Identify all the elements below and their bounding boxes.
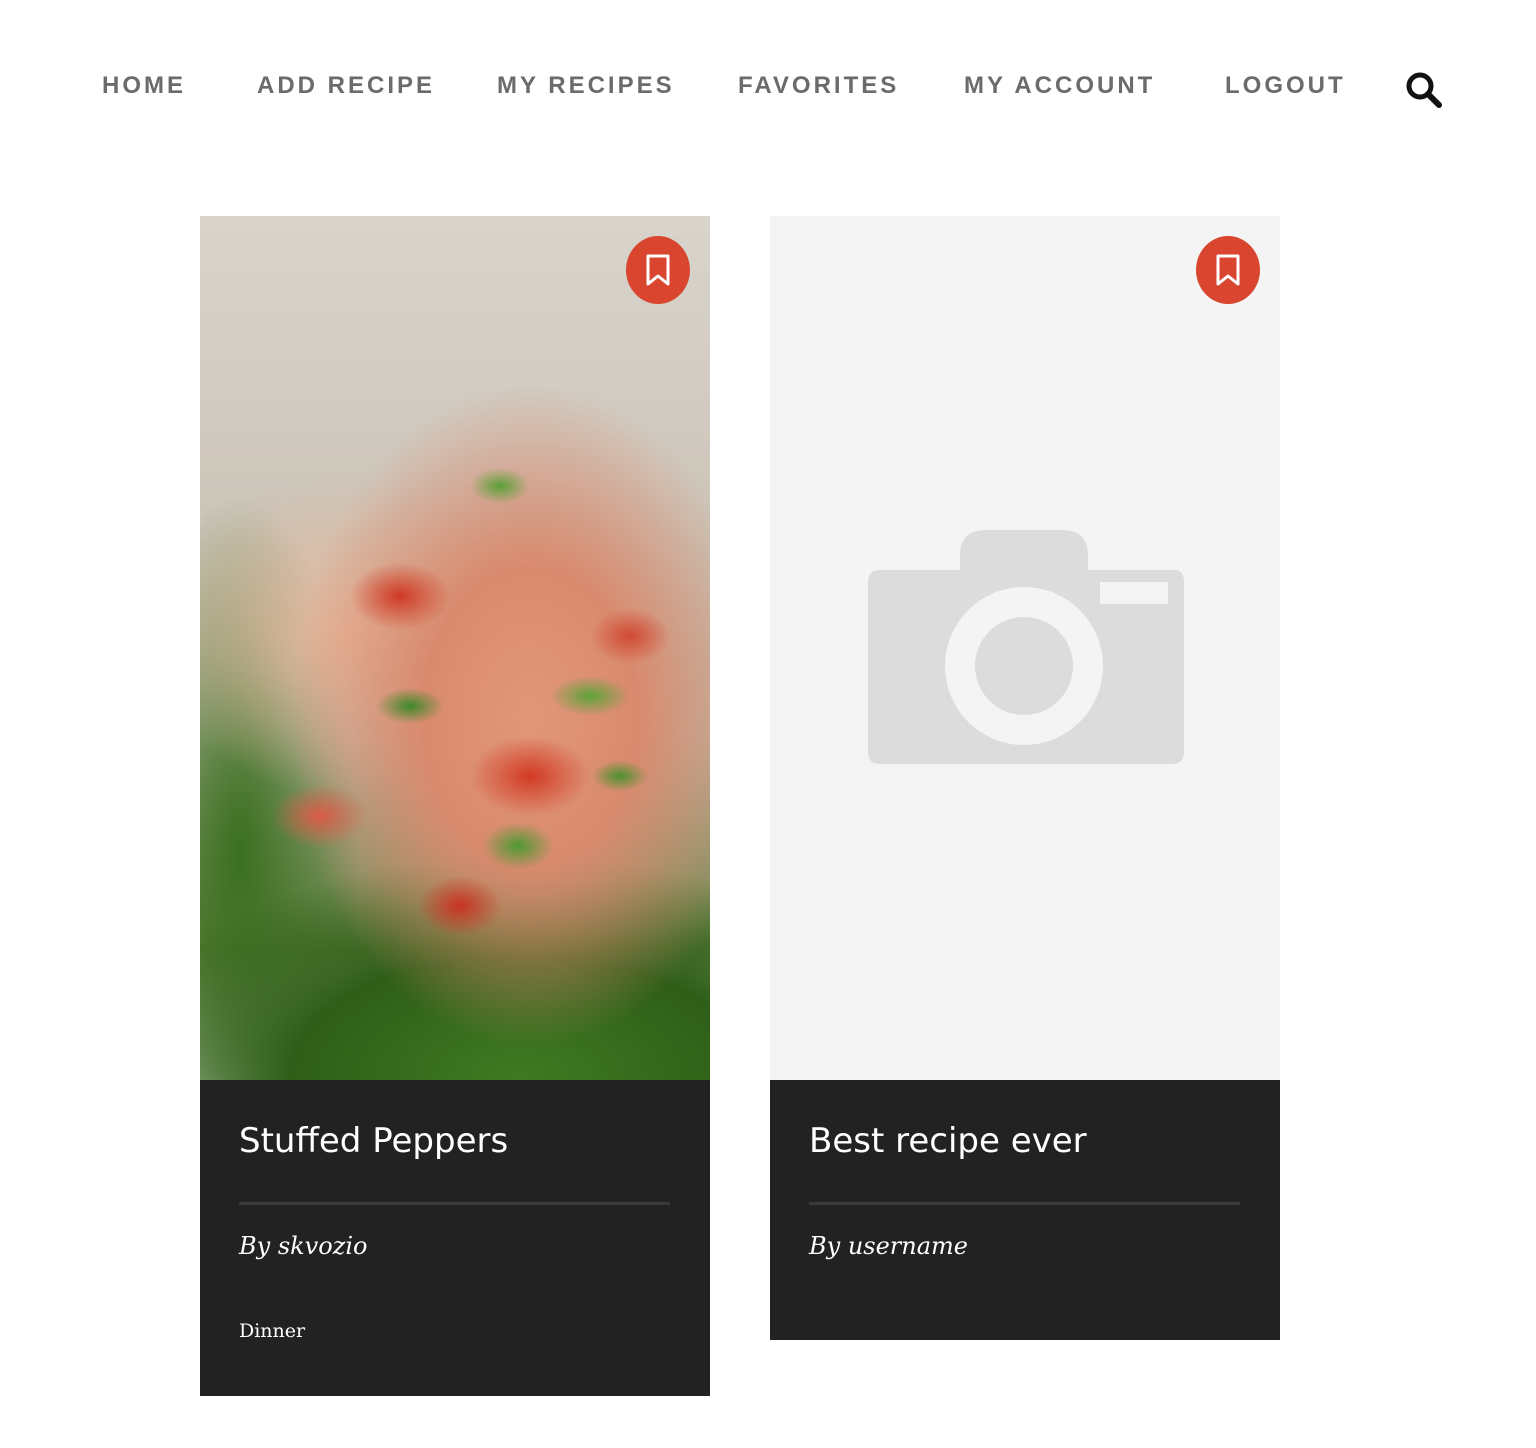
main-nav: HOME ADD RECIPE MY RECIPES FAVORITES MY … bbox=[0, 0, 1536, 180]
recipe-image[interactable] bbox=[770, 216, 1280, 1080]
bookmark-button[interactable] bbox=[626, 236, 690, 304]
search-icon[interactable] bbox=[1404, 70, 1444, 110]
recipe-author[interactable]: By username bbox=[809, 1231, 1240, 1261]
image-placeholder bbox=[770, 216, 1280, 1080]
nav-my-account-link[interactable]: MY ACCOUNT bbox=[964, 70, 1155, 102]
nav-my-recipes-link[interactable]: MY RECIPES bbox=[497, 70, 675, 102]
recipe-image[interactable] bbox=[200, 216, 710, 1080]
recipe-card: Stuffed Peppers By skvozio Dinner bbox=[200, 216, 710, 1396]
recipe-card: Best recipe ever By username bbox=[770, 216, 1280, 1340]
bookmark-button[interactable] bbox=[1196, 236, 1260, 304]
nav-favorites-link[interactable]: FAVORITES bbox=[738, 70, 899, 102]
recipe-title[interactable]: Best recipe ever bbox=[809, 1120, 1240, 1162]
bookmark-icon bbox=[646, 254, 670, 286]
nav-home-link[interactable]: HOME bbox=[102, 70, 186, 102]
nav-logout-link[interactable]: LOGOUT bbox=[1225, 70, 1346, 102]
stuffed-peppers-photo bbox=[200, 216, 710, 1080]
recipe-author[interactable]: By skvozio bbox=[239, 1231, 670, 1261]
card-divider bbox=[239, 1202, 670, 1205]
nav-add-recipe-link[interactable]: ADD RECIPE bbox=[257, 70, 435, 102]
recipe-category[interactable]: Dinner bbox=[239, 1319, 670, 1343]
recipe-card-body: Best recipe ever By username bbox=[770, 1080, 1280, 1340]
recipe-title[interactable]: Stuffed Peppers bbox=[239, 1120, 670, 1162]
card-divider bbox=[809, 1202, 1240, 1205]
bookmark-icon bbox=[1216, 254, 1240, 286]
camera-placeholder-icon bbox=[868, 530, 1184, 764]
recipe-card-body: Stuffed Peppers By skvozio Dinner bbox=[200, 1080, 710, 1396]
